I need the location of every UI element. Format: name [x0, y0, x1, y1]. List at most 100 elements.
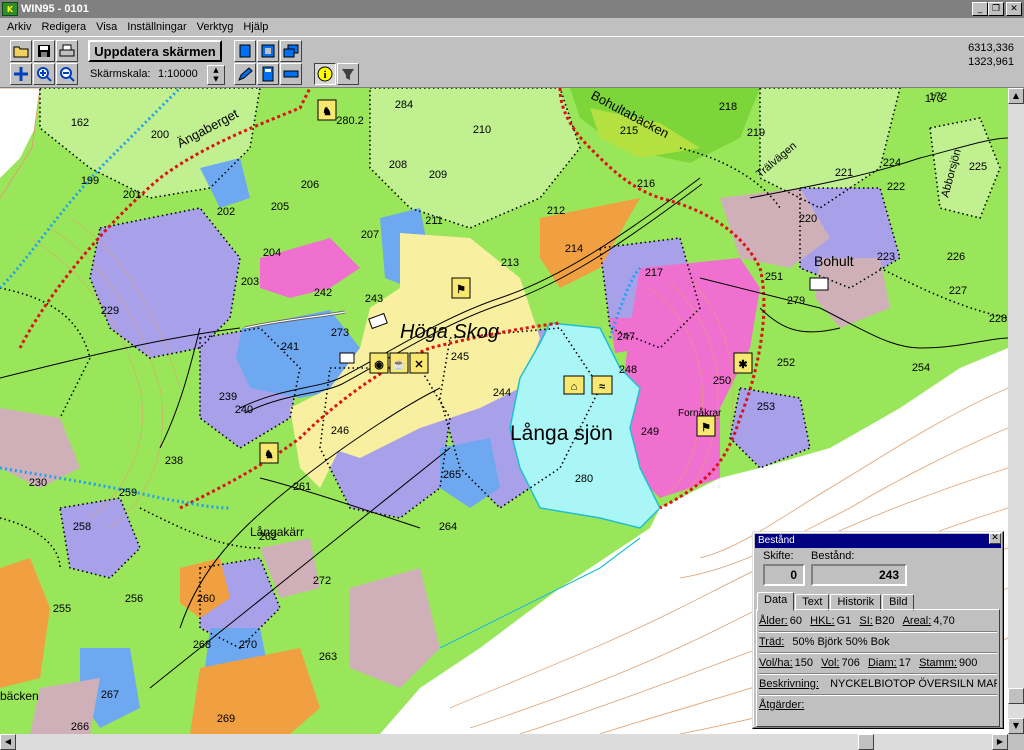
print-icon[interactable] — [56, 40, 78, 62]
svg-text:☕: ☕ — [392, 357, 406, 371]
stand-label: 223 — [877, 251, 895, 263]
scroll-up-icon[interactable]: ▲ — [1008, 88, 1024, 104]
map-label-hoga-skog: Höga Skog — [400, 321, 499, 343]
stand-label: 268 — [193, 639, 211, 651]
vertical-scrollbar[interactable]: ▲ ▼ — [1008, 88, 1024, 734]
title-bar: K WIN95 - 0101 _ ❐ ✕ — [0, 0, 1024, 18]
scroll-down-icon[interactable]: ▼ — [1008, 718, 1024, 734]
zoom-in-icon[interactable] — [33, 63, 55, 85]
horizontal-scroll-thumb[interactable] — [858, 734, 874, 750]
menu-redigera[interactable]: Redigera — [36, 21, 91, 33]
map-label-langa-sjon: Långa sjön — [510, 422, 613, 445]
atgarder-label: Åtgärder: — [759, 699, 805, 711]
stand-label: 222 — [887, 181, 905, 193]
window-single-icon[interactable] — [234, 40, 256, 62]
stand-label: 224 — [883, 157, 901, 169]
stand-label: 262 — [259, 531, 277, 543]
alder-label: Ålder: — [759, 615, 788, 627]
volume-row: Vol/ha: 150 Vol: 706 Diam: 17 Stamm: 900 — [759, 654, 997, 674]
svg-text:⚑: ⚑ — [701, 422, 711, 434]
menu-hjalp[interactable]: Hjälp — [238, 21, 273, 33]
vertical-scroll-thumb[interactable] — [1008, 688, 1024, 704]
stand-label: 203 — [241, 276, 259, 288]
stand-label: 269 — [217, 713, 235, 725]
menu-installningar[interactable]: Inställningar — [122, 21, 191, 33]
stamm-label: Stamm: — [919, 657, 957, 669]
panel-tabs: Data Text Historik Bild — [757, 592, 915, 611]
description-row: Beskrivning: NYCKELBIOTOP ÖVERSILN MAF — [759, 675, 997, 695]
edit-pen-icon[interactable] — [234, 63, 256, 85]
menu-visa[interactable]: Visa — [91, 21, 122, 33]
stand-label: 213 — [501, 257, 519, 269]
stand-label: 210 — [473, 124, 491, 136]
si-label: SI: — [859, 615, 873, 627]
stand-label: 225 — [969, 161, 987, 173]
svg-text:i: i — [323, 69, 326, 81]
stand-label: 273 — [331, 327, 349, 339]
svg-text:✱: ✱ — [738, 359, 747, 371]
svg-text:⚑: ⚑ — [456, 284, 466, 296]
horizontal-scrollbar[interactable]: ◀ ▶ — [0, 734, 1008, 750]
app-icon[interactable]: K — [2, 2, 18, 16]
update-screen-button[interactable]: Uppdatera skärmen — [88, 40, 222, 62]
window-title: WIN95 - 0101 — [21, 3, 89, 15]
volha-value: 150 — [794, 657, 813, 669]
stand-label: 227 — [949, 285, 967, 297]
stand-label: 264 — [439, 521, 457, 533]
stand-label: 267 — [101, 689, 119, 701]
save-icon[interactable] — [33, 40, 55, 62]
beskrivning-value: NYCKELBIOTOP ÖVERSILN MAF — [830, 678, 997, 690]
zoom-out-icon[interactable] — [56, 63, 78, 85]
volha-label: Vol/ha: — [759, 657, 793, 669]
actions-row: Åtgärder: — [759, 696, 997, 716]
restore-icon[interactable]: ❐ — [988, 2, 1004, 16]
menu-verktyg[interactable]: Verktyg — [192, 21, 239, 33]
stand-label: 215 — [620, 125, 638, 137]
stand-label: 173 — [925, 93, 943, 105]
stand-label: 221 — [835, 167, 853, 179]
scroll-left-icon[interactable]: ◀ — [0, 734, 16, 750]
minimize-icon[interactable]: _ — [972, 2, 988, 16]
scale-spinner[interactable]: ▲ ▼ — [207, 65, 225, 85]
stand-label: 252 — [777, 357, 795, 369]
stand-label: 265 — [443, 469, 461, 481]
stand-label: 207 — [361, 229, 379, 241]
window-frame-icon[interactable] — [257, 40, 279, 62]
filter-icon[interactable] — [337, 63, 359, 85]
stand-label: 270 — [239, 639, 257, 651]
map-label-fornakrar: Fornåkrar — [678, 407, 722, 419]
ruler-icon[interactable] — [280, 63, 302, 85]
areal-label: Areal: — [902, 615, 932, 627]
stand-label: 280 — [575, 473, 593, 485]
beskrivning-label: Beskrivning: — [759, 678, 819, 690]
tab-data[interactable]: Data — [757, 592, 795, 611]
stand-label: 208 — [389, 159, 407, 171]
coordinate-readout: 6313,336 1323,961 — [968, 41, 1014, 69]
pan-icon[interactable] — [10, 63, 32, 85]
stand-label: 228 — [989, 313, 1007, 325]
info-icon[interactable]: i — [314, 63, 336, 85]
panel-title: Bestånd — [755, 534, 1001, 548]
toolbar: Uppdatera skärmen Skärmskala: 1:10000 ▲ ▼… — [0, 36, 1024, 88]
open-folder-icon[interactable] — [10, 40, 32, 62]
hkl-value: G1 — [836, 615, 852, 627]
scrollbar-corner — [1008, 734, 1024, 750]
stand-label: 280.2 — [336, 115, 364, 127]
scale-value[interactable]: 1:10000 — [158, 68, 198, 80]
stand-label: 260 — [197, 593, 215, 605]
diam-value: 17 — [898, 657, 911, 669]
menu-arkiv[interactable]: Arkiv — [2, 21, 36, 33]
calculator-icon[interactable] — [257, 63, 279, 85]
stand-label: 243 — [365, 293, 383, 305]
stand-label: 216 — [637, 178, 655, 190]
window-cascade-icon[interactable] — [280, 40, 302, 62]
stand-label: 244 — [493, 387, 511, 399]
svg-text:⌂: ⌂ — [571, 381, 578, 393]
stand-label: 230 — [29, 477, 47, 489]
stand-info-panel[interactable]: Bestånd ✕ Skifte: Bestånd: 0 243 Data Te… — [752, 531, 1004, 729]
areal-value: 4,70 — [933, 615, 955, 627]
scroll-right-icon[interactable]: ▶ — [992, 734, 1008, 750]
close-icon[interactable]: ✕ — [1006, 2, 1022, 16]
close-icon[interactable]: ✕ — [989, 533, 1001, 544]
stand-label: 263 — [319, 651, 337, 663]
